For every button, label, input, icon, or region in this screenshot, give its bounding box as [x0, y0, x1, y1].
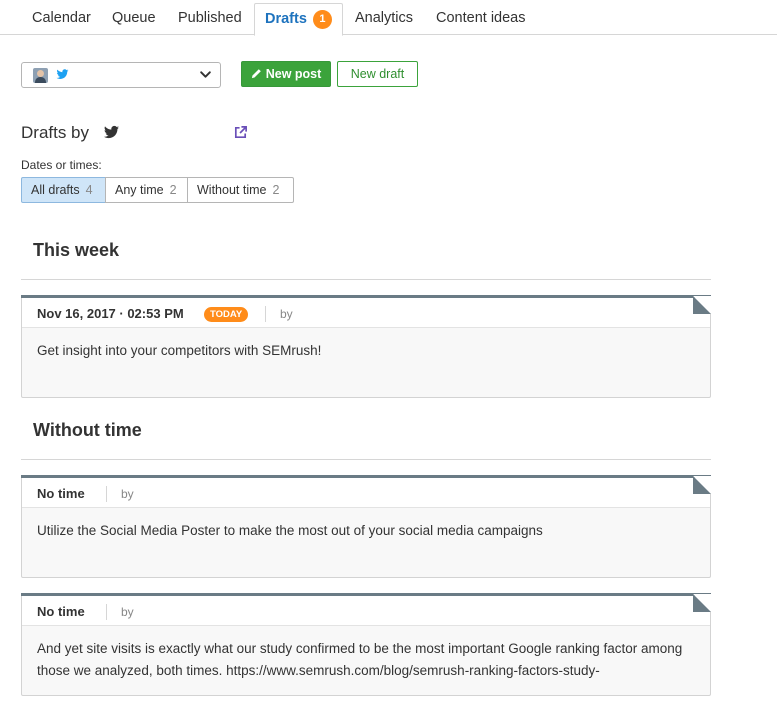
- section-divider: [21, 279, 711, 280]
- tab-content-ideas[interactable]: Content ideas: [436, 0, 525, 35]
- chevron-down-icon: [200, 71, 211, 78]
- new-post-button[interactable]: New post: [241, 61, 331, 87]
- filter-label: All drafts: [31, 183, 80, 197]
- new-post-label: New post: [265, 67, 322, 81]
- corner-fold-icon: [693, 476, 711, 494]
- filter-all-drafts[interactable]: All drafts 4: [21, 177, 106, 203]
- avatar: [33, 68, 48, 83]
- tab-bar: Calendar Queue Published Drafts 1 Analyti…: [0, 0, 777, 36]
- page-title: Drafts by: [21, 123, 90, 142]
- section-title-this-week: This week: [33, 240, 120, 260]
- header-separator: [106, 486, 107, 502]
- tab-drafts-label: Drafts: [265, 11, 307, 27]
- draft-card[interactable]: Nov 16, 2017 · 02:53 PM TODAY by Get ins…: [21, 295, 711, 398]
- draft-author: by: [121, 487, 134, 501]
- draft-card-header: Nov 16, 2017 · 02:53 PM TODAY by: [22, 298, 710, 328]
- filter-count: 4: [85, 183, 93, 197]
- draft-card-header: No time by: [22, 478, 710, 508]
- draft-time: Nov 16, 2017 · 02:53 PM: [37, 306, 184, 321]
- tab-published[interactable]: Published: [178, 0, 242, 35]
- tab-drafts[interactable]: Drafts 1: [254, 3, 343, 36]
- tab-analytics[interactable]: Analytics: [355, 0, 413, 35]
- header-separator: [106, 604, 107, 620]
- tab-calendar[interactable]: Calendar: [32, 0, 91, 35]
- draft-time: No time: [37, 604, 85, 619]
- draft-card-header: No time by: [22, 596, 710, 626]
- drafts-count-badge: 1: [312, 10, 332, 29]
- pencil-icon: [251, 69, 261, 79]
- section-title-without-time: Without time: [33, 420, 142, 440]
- dates-label: Dates or times:: [21, 158, 102, 172]
- draft-text: Utilize the Social Media Poster to make …: [37, 523, 543, 538]
- filter-count: 2: [272, 183, 280, 197]
- draft-text: And yet site visits is exactly what our …: [37, 641, 683, 678]
- corner-fold-icon: [693, 296, 711, 314]
- external-link-icon[interactable]: [233, 125, 248, 140]
- corner-fold-icon: [693, 594, 711, 612]
- card-top-border: [21, 593, 711, 596]
- draft-card[interactable]: No time by Utilize the Social Media Post…: [21, 475, 711, 578]
- draft-author: by: [280, 307, 293, 321]
- filter-label: Any time: [115, 183, 164, 197]
- section-divider: [21, 459, 711, 460]
- draft-author: by: [121, 605, 134, 619]
- draft-time: No time: [37, 486, 85, 501]
- header-separator: [265, 306, 266, 322]
- filter-without-time[interactable]: Without time 2: [187, 177, 294, 203]
- tab-queue[interactable]: Queue: [112, 0, 156, 35]
- filter-any-time[interactable]: Any time 2: [105, 177, 188, 203]
- account-select[interactable]: [21, 62, 221, 88]
- draft-text: Get insight into your competitors with S…: [37, 343, 322, 358]
- new-draft-button[interactable]: New draft: [337, 61, 418, 87]
- twitter-icon: [56, 69, 69, 79]
- today-badge: TODAY: [204, 307, 249, 322]
- card-top-border: [21, 475, 711, 478]
- draft-card[interactable]: No time by And yet site visits is exactl…: [21, 593, 711, 696]
- card-top-border: [21, 295, 711, 298]
- twitter-icon: [104, 125, 119, 139]
- filter-count: 2: [169, 183, 177, 197]
- filter-label: Without time: [197, 183, 267, 197]
